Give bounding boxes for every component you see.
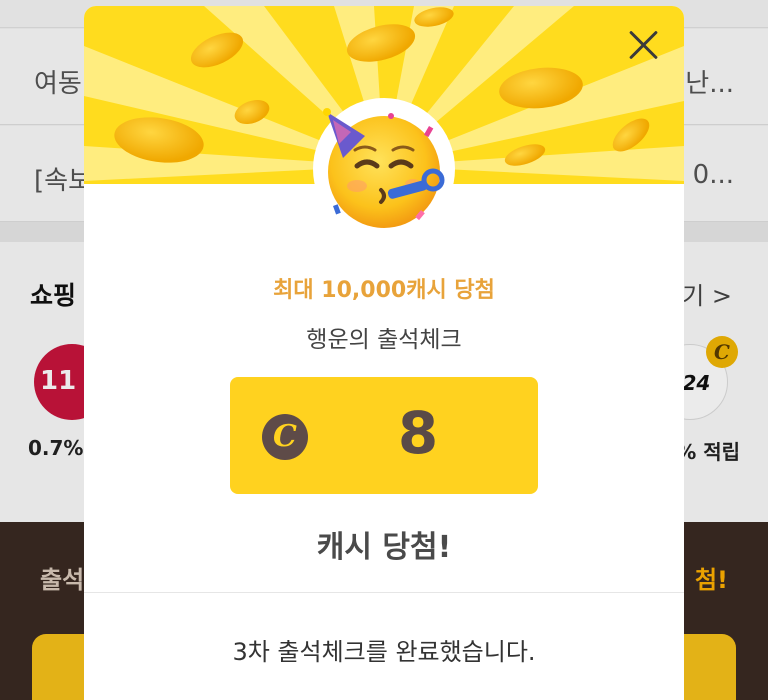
divider [84, 592, 684, 593]
cash-coin-icon: C [262, 414, 308, 460]
attendance-reward-modal: 최대 10,000캐시 당첨 행운의 출석체크 C 8 캐시 당첨! 3차 출석… [84, 6, 684, 700]
win-message: 캐시 당첨! [316, 530, 452, 565]
prize-amount: 8 [397, 399, 439, 467]
reward-subtitle: 행운의 출석체크 [306, 327, 462, 353]
close-button[interactable] [624, 26, 662, 64]
reward-headline: 최대 10,000캐시 당첨 [273, 278, 495, 303]
completion-message: 3차 출석체크를 완료했습니다. [232, 638, 536, 666]
party-face-icon [323, 108, 445, 228]
emoji-badge [313, 98, 455, 240]
prize-box: C 8 [230, 377, 538, 494]
